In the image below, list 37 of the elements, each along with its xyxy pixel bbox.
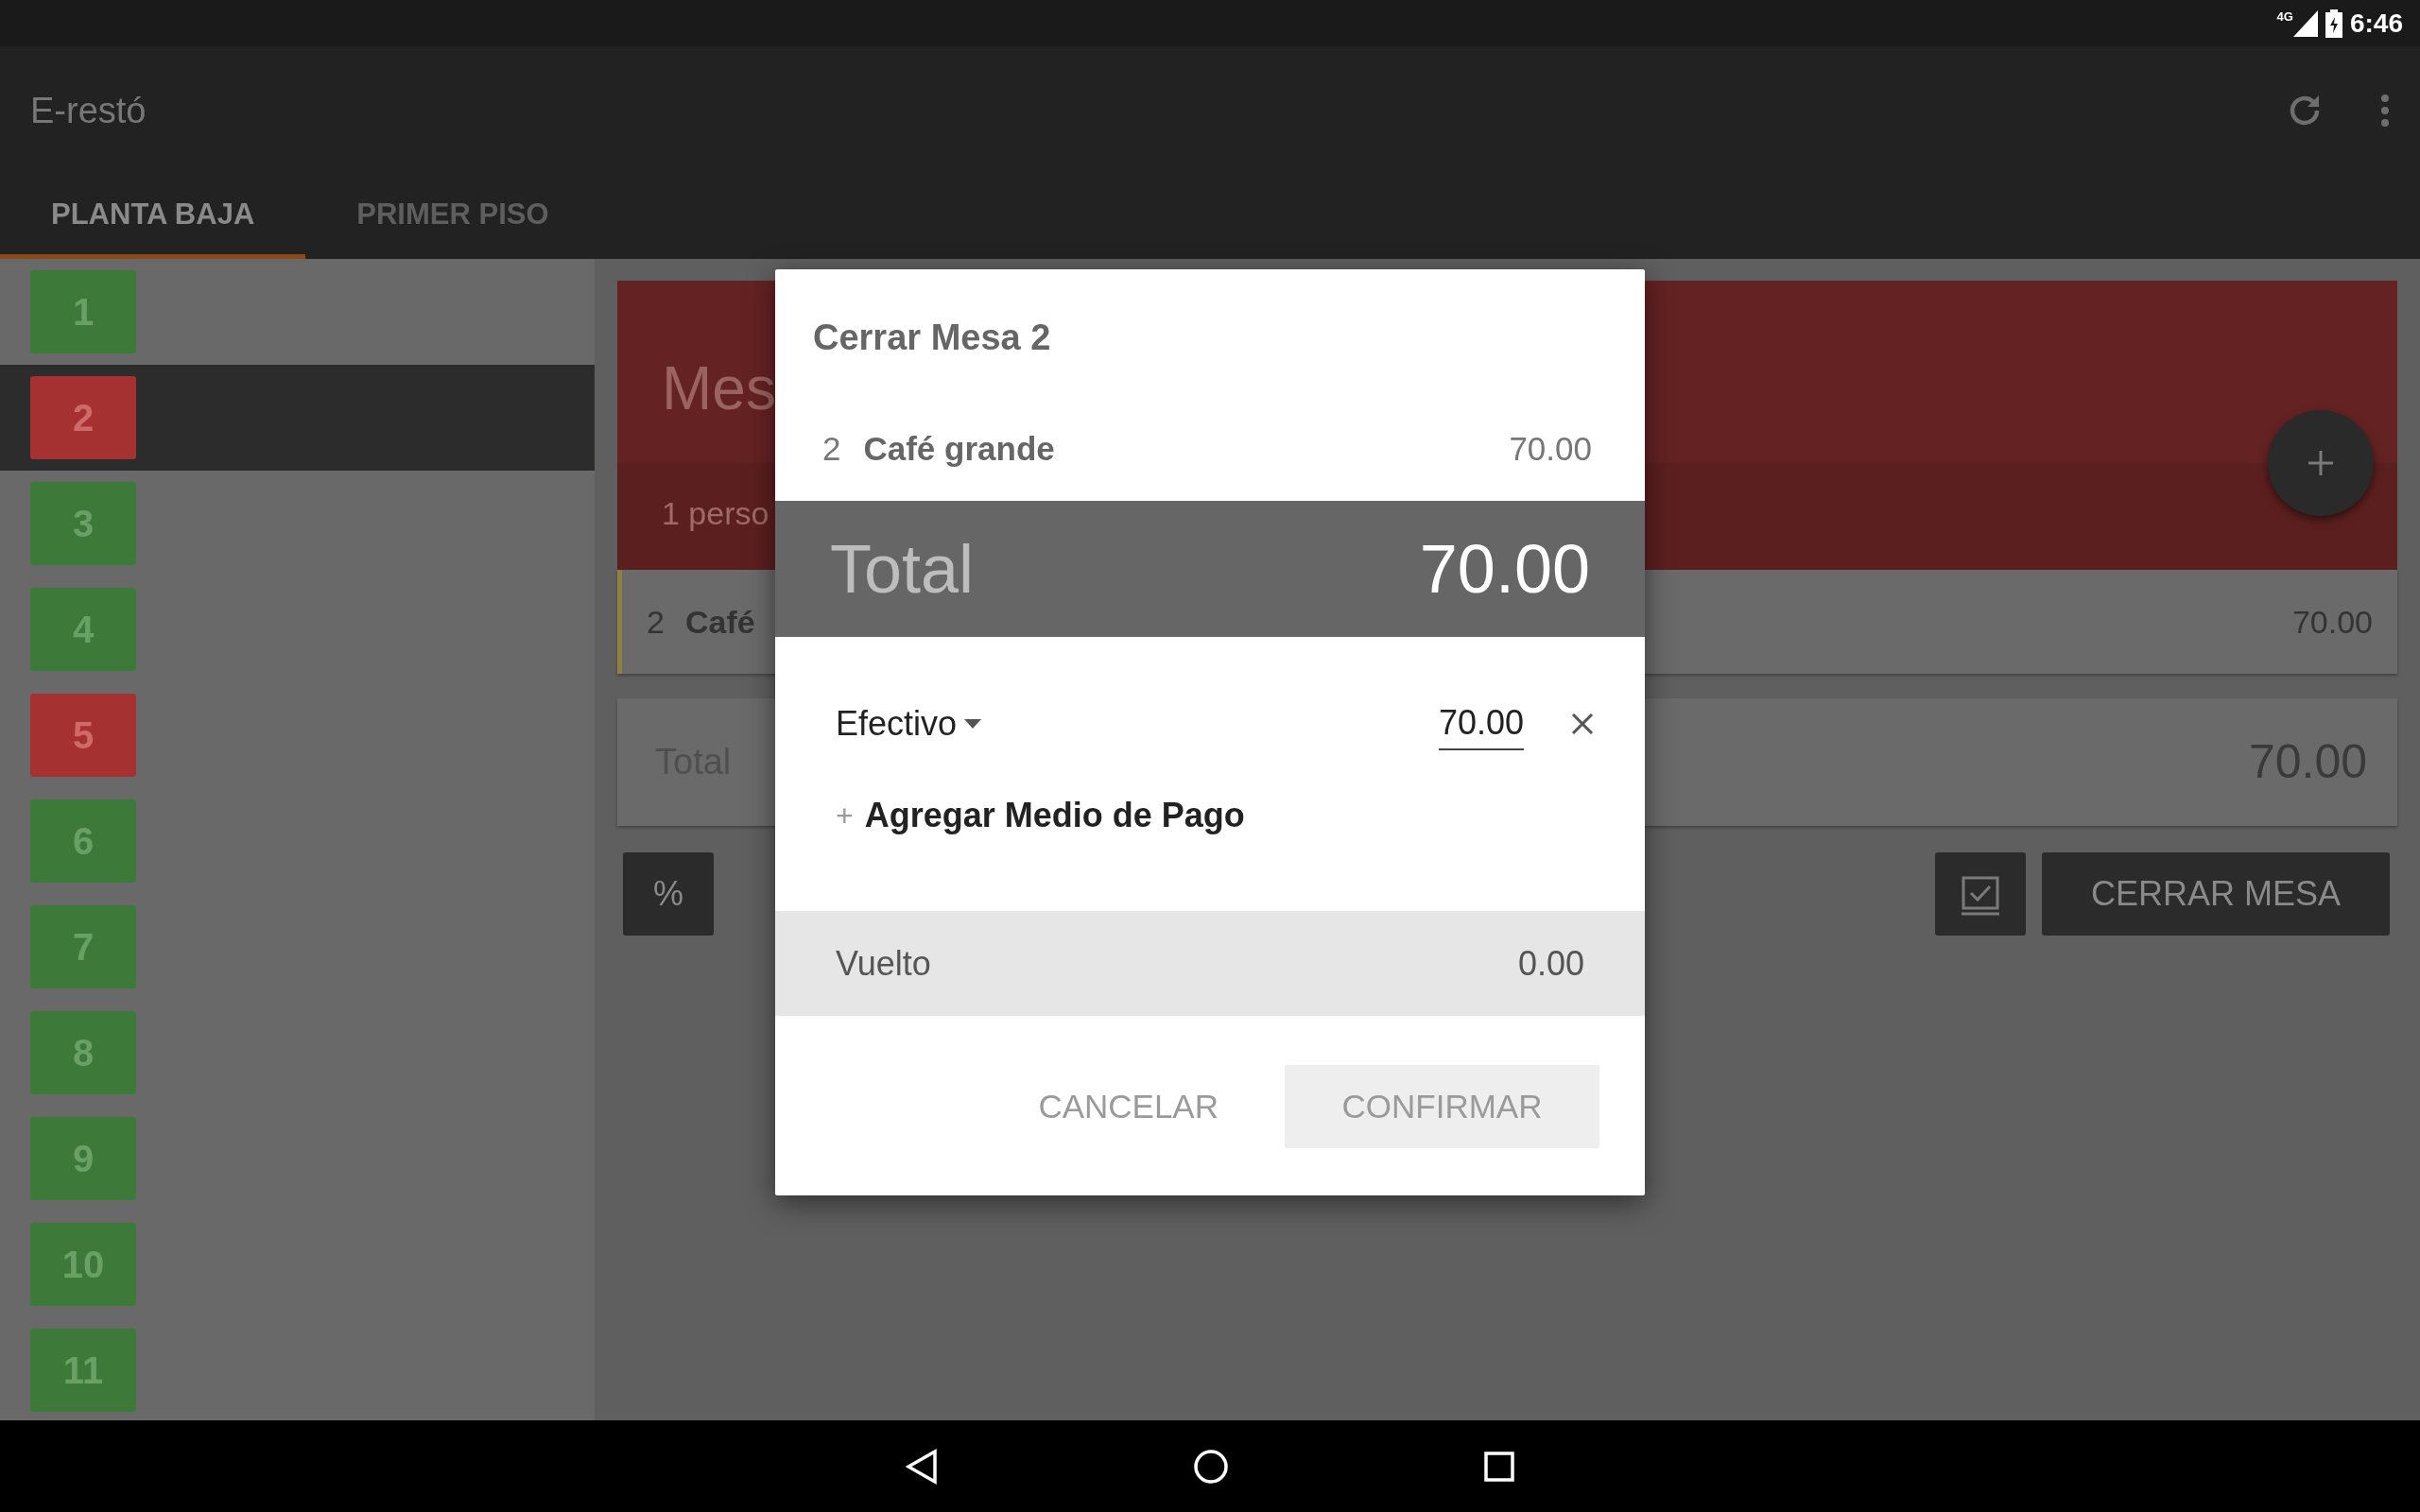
- item-name: Café grande: [863, 428, 1055, 469]
- total-amount: 70.00: [1419, 530, 1590, 609]
- signal-icon: [2292, 9, 2318, 37]
- home-icon[interactable]: [1193, 1448, 1229, 1485]
- more-options-icon[interactable]: [2380, 94, 2390, 128]
- status-time: 6:46: [2349, 7, 2403, 40]
- checklist-button[interactable]: [1935, 852, 2026, 936]
- recents-icon[interactable]: [1484, 1451, 1514, 1482]
- confirm-button[interactable]: CONFIRMAR: [1285, 1065, 1599, 1148]
- item-quantity: 2: [647, 602, 665, 642]
- back-icon[interactable]: [906, 1448, 938, 1485]
- table-button[interactable]: 2: [30, 376, 136, 459]
- payment-method-dropdown[interactable]: Efectivo: [836, 698, 982, 749]
- item-price: 70.00: [1509, 428, 1592, 469]
- add-payment-button[interactable]: + Agregar Medio de Pago: [836, 790, 1245, 841]
- app-title: E-restó: [30, 89, 147, 132]
- plus-icon: [2307, 449, 2335, 477]
- table-button[interactable]: 5: [30, 694, 136, 777]
- network-label: 4G: [2276, 9, 2293, 26]
- amount-field[interactable]: 70.00: [1439, 697, 1524, 750]
- discount-button[interactable]: %: [623, 852, 714, 936]
- guest-count: 1 perso: [662, 495, 769, 531]
- total-label: Total: [830, 530, 975, 609]
- change-label: Vuelto: [836, 942, 931, 985]
- close-icon[interactable]: [1571, 713, 1594, 735]
- dialog-title: Cerrar Mesa 2: [812, 317, 1052, 359]
- close-table-button[interactable]: CERRAR MESA: [2042, 852, 2390, 936]
- item-price: 70.00: [2291, 602, 2373, 642]
- cancel-button[interactable]: CANCELAR: [1010, 1065, 1247, 1148]
- tab[interactable]: PRIMER PISO: [305, 175, 600, 259]
- caret-icon: [964, 719, 982, 729]
- item-quantity: 2: [822, 428, 841, 469]
- change-amount: 0.00: [1517, 942, 1584, 985]
- table-title: Mes: [662, 354, 776, 422]
- checkbox-icon: [1962, 876, 1999, 917]
- battery-charging-icon: [2325, 9, 2342, 38]
- item-name: Café: [684, 602, 755, 642]
